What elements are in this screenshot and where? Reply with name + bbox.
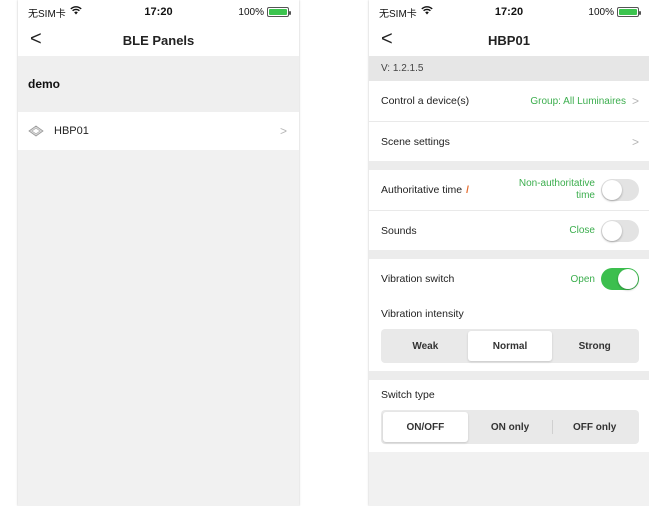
status-bar: 无SIM卡 17:20 100%	[18, 0, 299, 24]
sounds-row: Sounds Close	[369, 210, 649, 250]
scene-settings-label: Scene settings	[381, 135, 450, 148]
status-time: 17:20	[144, 6, 173, 18]
group-header: demo	[18, 56, 299, 112]
panel-device-icon	[28, 125, 44, 137]
control-device-value: Group: All Luminaires	[530, 95, 626, 107]
switch-type-segmented-control: ON/OFF ON only OFF only	[381, 410, 639, 444]
vibration-switch-value: Open	[570, 273, 595, 285]
status-time: 17:20	[494, 6, 524, 18]
vibration-intensity-segmented-control: Weak Normal Strong	[381, 329, 639, 363]
authoritative-time-label: Authoritative time	[381, 184, 463, 196]
page-title: HBP01	[488, 32, 530, 48]
battery-icon	[617, 7, 641, 17]
control-device-label: Control a device(s)	[381, 95, 470, 107]
chevron-right-icon: >	[279, 124, 287, 138]
sounds-toggle[interactable]	[601, 219, 639, 242]
scene-settings-row[interactable]: Scene settings >	[369, 121, 649, 161]
version-label: V: 1.2.1.5	[369, 56, 649, 81]
sounds-value: Close	[569, 225, 595, 236]
segment-strong[interactable]: Strong	[552, 331, 637, 361]
page-title: BLE Panels	[122, 32, 195, 48]
pencil-icon[interactable]: /	[466, 185, 469, 196]
ble-panels-screen: 无SIM卡 17:20 100% < BLE Panels demo HBP01…	[18, 0, 299, 506]
nav-bar: < BLE Panels	[18, 24, 299, 56]
vibration-switch-toggle[interactable]	[601, 268, 639, 290]
switch-type-label: Switch type	[381, 389, 435, 401]
time-sound-section: Authoritative time / Non-authoritative t…	[369, 170, 649, 250]
vibration-intensity-label: Vibration intensity	[381, 308, 464, 320]
device-section: Control a device(s) Group: All Luminaire…	[369, 81, 649, 161]
sounds-label: Sounds	[381, 224, 417, 237]
vibration-section: Vibration switch Open Vibration intensit…	[369, 259, 649, 371]
authoritative-time-value: Non-authoritative time	[518, 178, 595, 201]
segment-off-only[interactable]: OFF only	[552, 412, 637, 442]
segment-on-off[interactable]: ON/OFF	[383, 412, 468, 442]
chevron-right-icon: >	[631, 94, 639, 108]
nav-bar: < HBP01	[369, 24, 649, 56]
list-item-hbp01[interactable]: HBP01 >	[18, 112, 299, 150]
authoritative-time-toggle[interactable]	[601, 179, 639, 201]
segment-on-only[interactable]: ON only	[468, 412, 553, 442]
vibration-switch-label: Vibration switch	[381, 273, 455, 285]
segment-weak[interactable]: Weak	[383, 331, 468, 361]
authoritative-time-row: Authoritative time / Non-authoritative t…	[369, 170, 649, 210]
back-button[interactable]: <	[381, 28, 393, 50]
back-button[interactable]: <	[30, 28, 42, 50]
segment-normal[interactable]: Normal	[467, 331, 553, 361]
hbp01-settings-screen: 无SIM卡 17:20 100% < HBP01 V: 1.2.1.5 Cont…	[369, 0, 649, 506]
vibration-switch-row: Vibration switch Open	[369, 259, 649, 299]
control-device-row[interactable]: Control a device(s) Group: All Luminaire…	[369, 81, 649, 121]
list-item-label: HBP01	[54, 125, 89, 137]
status-bar: 无SIM卡 17:20 100%	[369, 0, 649, 24]
battery-icon	[267, 7, 291, 17]
switch-type-section: Switch type ON/OFF ON only OFF only	[369, 380, 649, 452]
chevron-right-icon: >	[631, 134, 639, 149]
